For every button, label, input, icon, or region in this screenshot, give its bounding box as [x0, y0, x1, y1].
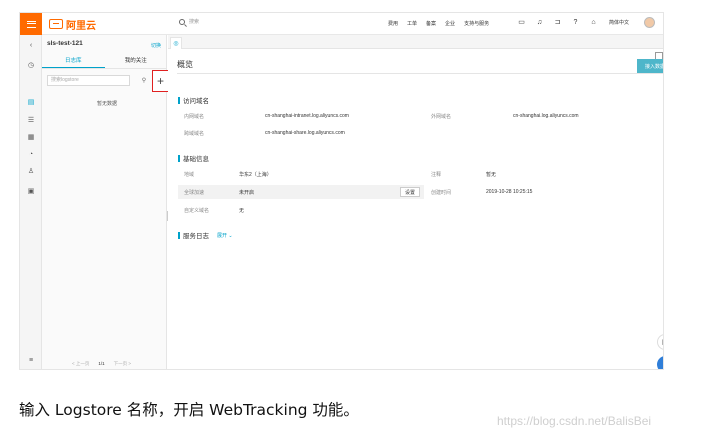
- top-link-support[interactable]: 支持与服务: [464, 20, 489, 27]
- title-divider: [177, 73, 663, 74]
- console-screenshot: 阿里云 搜索 费用 工单 备案 企业 支持与服务 ▭ ♫ ⊐ ? ⌂ 简体中文 …: [19, 12, 664, 370]
- switch-project-link[interactable]: 切换: [151, 42, 161, 49]
- top-link-filing[interactable]: 备案: [426, 20, 436, 27]
- top-link-enterprise[interactable]: 企业: [445, 20, 455, 27]
- section-basic-info: 基础信息: [178, 153, 209, 163]
- intranet-domain-label: 内网域名: [184, 114, 205, 120]
- list-toggle-icon[interactable]: ≡: [25, 354, 37, 366]
- pagination: < 上一页 1/1 下一页 >: [72, 361, 131, 367]
- section-access-domain: 访问域名: [178, 95, 209, 105]
- global-search-placeholder: 搜索: [189, 19, 200, 25]
- top-links: 费用 工单 备案 企业 支持与服务: [388, 20, 489, 27]
- icon-rail: ‹ ◷ ▤ ☰ ▦ ◔ ♙ ▣ ≡: [20, 35, 42, 369]
- watermark: https://blog.csdn.net/BalisBei: [497, 414, 652, 428]
- help-icon[interactable]: ?: [571, 18, 580, 27]
- top-navbar: 阿里云 搜索 费用 工单 备案 企业 支持与服务 ▭ ♫ ⊐ ? ⌂ 简体中文: [20, 13, 663, 35]
- note-value: 暂无: [486, 172, 497, 178]
- internet-domain-value: cn-shanghai.log.aliyuncs.com: [513, 113, 579, 119]
- prev-page-button[interactable]: < 上一页: [72, 361, 89, 367]
- tracking-value: 未开启: [239, 190, 255, 196]
- tracking-row: [178, 185, 424, 199]
- clock-icon[interactable]: ◷: [25, 59, 37, 71]
- home-icon[interactable]: ⌂: [589, 18, 598, 27]
- top-link-tickets[interactable]: 工单: [407, 20, 417, 27]
- settings-button[interactable]: 设置: [400, 187, 420, 197]
- region-label: 地域: [184, 172, 195, 178]
- terminal-icon[interactable]: ▭: [517, 18, 526, 27]
- created-time-label: 创建时间: [431, 190, 452, 196]
- caption-text: 输入 Logstore 名称，开启 WebTracking 功能。: [19, 401, 359, 419]
- tab-logstores[interactable]: 日志库: [42, 55, 105, 68]
- apps-grid-icon[interactable]: ⊞: [657, 356, 663, 369]
- custom-domain-value: 无: [239, 208, 245, 214]
- expand-label: 展开: [217, 232, 228, 239]
- hamburger-menu-button[interactable]: [20, 13, 42, 35]
- robot-icon[interactable]: ▣: [25, 185, 37, 197]
- section-title: 访问域名: [183, 98, 209, 105]
- section-title: 基础信息: [183, 156, 209, 163]
- custom-domain-label: 自定义域名: [184, 208, 210, 214]
- top-icons: ▭ ♫ ⊐ ? ⌂ 简体中文: [517, 17, 656, 28]
- region-value: 华东2（上海）: [239, 172, 272, 178]
- top-link-fees[interactable]: 费用: [388, 20, 398, 27]
- search-icon: [179, 18, 185, 25]
- page-indicator: 1/1: [98, 361, 105, 366]
- add-logstore-button[interactable]: +: [152, 70, 169, 92]
- report-icon[interactable]: ▦: [25, 131, 37, 143]
- language-switch[interactable]: 简体中文: [609, 19, 629, 26]
- feedback-icon[interactable]: ▤: [657, 334, 663, 350]
- intranet-domain-value: cn-shanghai-intranet.log.aliyuncs.com: [265, 113, 349, 119]
- sidebar-tabs: 日志库 我的关注: [42, 55, 167, 69]
- created-time-value: 2019-10-28 10:25:15: [486, 189, 533, 195]
- database-icon[interactable]: ☰: [25, 114, 37, 126]
- tab-my-follows[interactable]: 我的关注: [105, 55, 168, 68]
- avatar[interactable]: [644, 17, 656, 28]
- section-service-log: 服务日志 展开 ⌄: [178, 230, 233, 241]
- back-chevron-icon[interactable]: ‹: [25, 39, 37, 51]
- alert-icon[interactable]: ♙: [25, 165, 37, 177]
- note-label: 注释: [431, 172, 442, 178]
- menu-icon: [26, 20, 36, 28]
- page-title: 概览: [177, 60, 193, 69]
- logstore-icon[interactable]: ▤: [25, 96, 37, 108]
- empty-state-text: 暂无数据: [97, 101, 118, 107]
- bell-icon[interactable]: ♫: [535, 18, 544, 27]
- logstore-search-input[interactable]: 搜索logstore: [47, 75, 130, 86]
- project-name: sls-test-121: [47, 40, 83, 47]
- cross-domain-label: 跨域域名: [184, 131, 205, 137]
- tab-strip: ◎: [168, 35, 663, 49]
- logstore-sidebar: sls-test-121 切换 日志库 我的关注 搜索logstore ⚲ + …: [42, 35, 169, 369]
- logo-mark-icon: [49, 19, 63, 29]
- aliyun-logo[interactable]: 阿里云: [49, 18, 96, 32]
- next-page-button[interactable]: 下一页 >: [114, 361, 131, 367]
- expand-toggle[interactable]: 展开 ⌄: [217, 232, 233, 239]
- global-search[interactable]: 搜索: [179, 18, 199, 25]
- chevron-down-icon: ⌄: [228, 232, 233, 239]
- overview-tab-icon[interactable]: ◎: [170, 37, 182, 49]
- section-title: 服务日志: [183, 233, 209, 240]
- search-icon[interactable]: ⚲: [139, 75, 149, 86]
- logo-text: 阿里云: [66, 20, 96, 32]
- cart-icon[interactable]: ⊐: [553, 18, 562, 27]
- import-data-button[interactable]: 接入数据: [637, 59, 663, 73]
- chart-icon[interactable]: ◔: [25, 148, 37, 160]
- main-panel: ◎ 概览 接入数据 访问域名 内网域名 cn-shanghai-intranet…: [168, 35, 663, 369]
- tracking-label: 全球加速: [184, 190, 205, 196]
- cross-domain-value: cn-shanghai-share.log.aliyuncs.com: [265, 130, 345, 136]
- internet-domain-label: 外网域名: [431, 114, 452, 120]
